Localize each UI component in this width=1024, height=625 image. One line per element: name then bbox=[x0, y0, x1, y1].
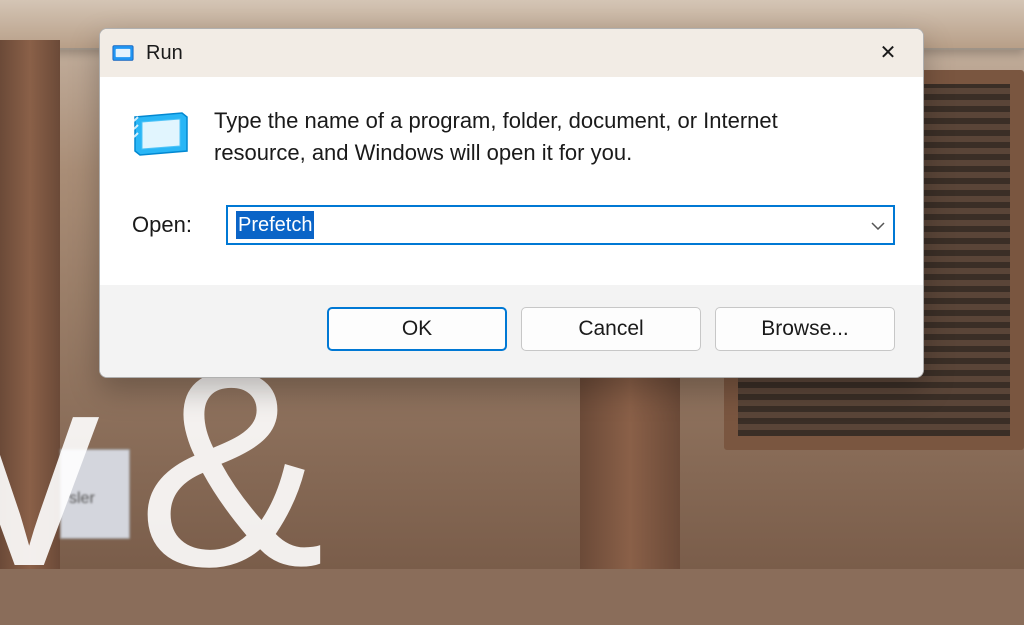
dialog-content: Type the name of a program, folder, docu… bbox=[100, 77, 923, 285]
run-large-icon bbox=[132, 109, 190, 157]
dialog-title: Run bbox=[146, 42, 865, 65]
run-dialog: Run ✕ Type the name of a program, folder… bbox=[99, 28, 924, 378]
open-combobox[interactable]: Prefetch bbox=[226, 205, 895, 245]
close-icon: ✕ bbox=[880, 43, 897, 63]
browse-button[interactable]: Browse... bbox=[715, 307, 895, 351]
cancel-button[interactable]: Cancel bbox=[521, 307, 701, 351]
run-icon bbox=[112, 42, 134, 64]
titlebar[interactable]: Run ✕ bbox=[100, 29, 923, 77]
dialog-description: Type the name of a program, folder, docu… bbox=[214, 105, 895, 169]
open-label: Open: bbox=[132, 212, 202, 238]
open-input[interactable] bbox=[226, 205, 895, 245]
close-button[interactable]: ✕ bbox=[865, 37, 911, 69]
dialog-footer: OK Cancel Browse... bbox=[100, 285, 923, 377]
ok-button[interactable]: OK bbox=[327, 307, 507, 351]
